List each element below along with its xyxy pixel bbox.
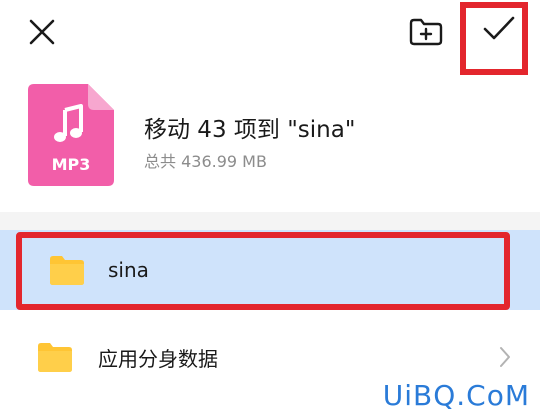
new-folder-button[interactable] (404, 12, 448, 52)
watermark-text: UiBQ.CoM (382, 379, 530, 412)
folder-icon (38, 343, 72, 372)
folder-label: sina (108, 258, 149, 282)
move-files-screen: MP3 移动 43 项到 "sina" 总共 436.99 MB sina 应用… (0, 0, 540, 420)
folder-icon (50, 256, 84, 285)
close-button[interactable] (22, 12, 62, 52)
confirm-button[interactable] (478, 8, 520, 50)
section-divider (0, 212, 540, 230)
move-summary-title: 移动 43 项到 "sina" (144, 117, 356, 143)
folder-label: 应用分身数据 (98, 346, 218, 371)
chevron-right-icon (500, 347, 510, 367)
file-type-badge: MP3 (52, 155, 91, 174)
folder-row-sina[interactable]: sina (0, 230, 540, 310)
checkmark-icon (483, 16, 515, 40)
new-folder-icon (409, 18, 443, 46)
mp3-file-icon: MP3 (28, 84, 114, 186)
move-summary-size: 总共 436.99 MB (144, 152, 267, 171)
file-summary: MP3 移动 43 项到 "sina" 总共 436.99 MB (0, 76, 540, 206)
close-icon (29, 19, 55, 45)
